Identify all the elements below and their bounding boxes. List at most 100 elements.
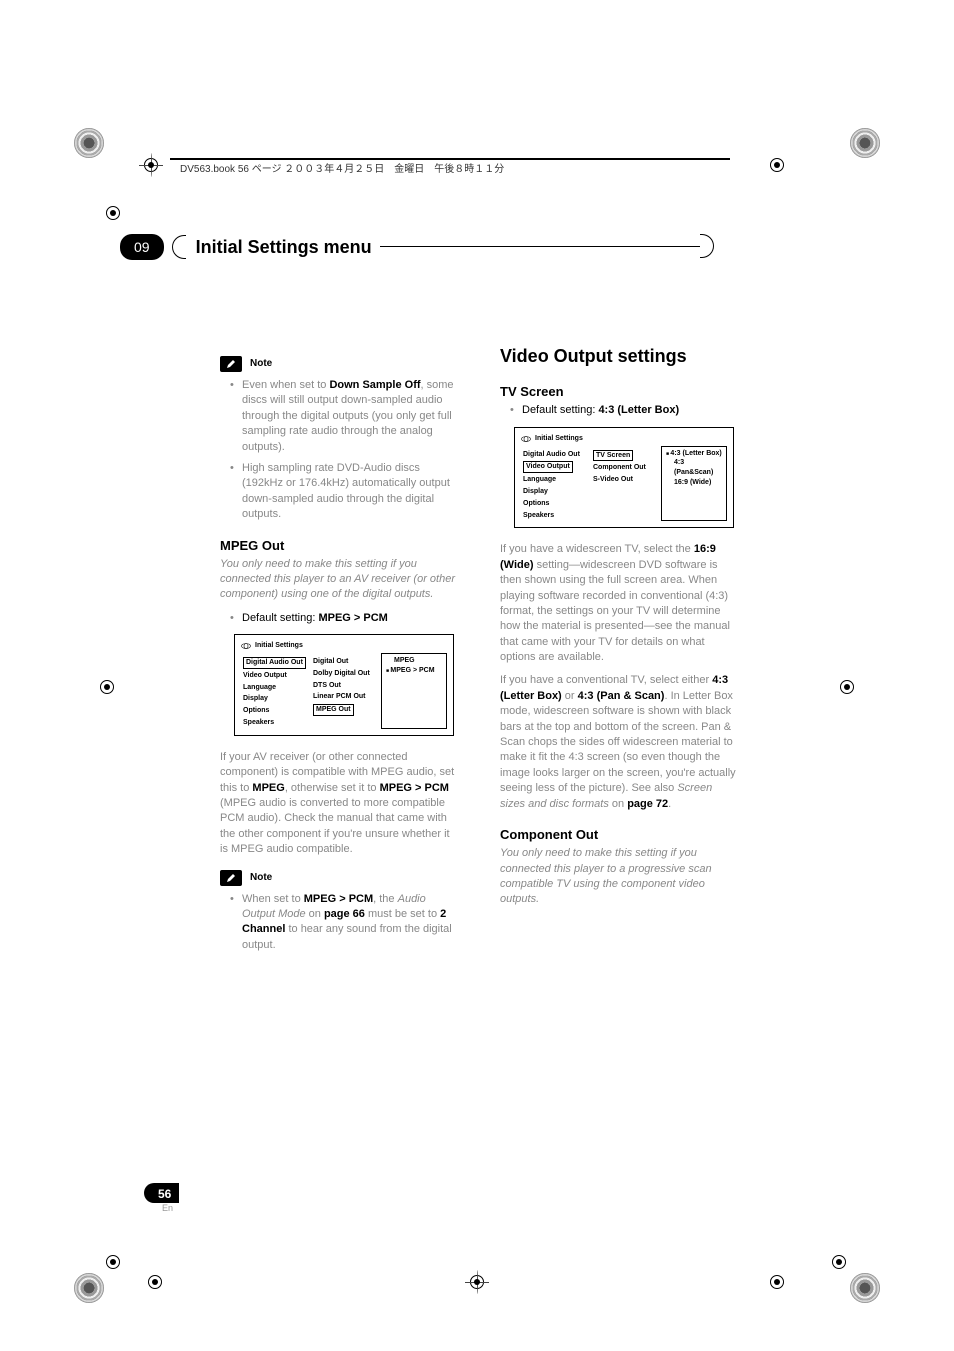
menu-item: Display [241, 693, 311, 705]
menu-item: Language [241, 682, 311, 694]
bracket-decor [700, 234, 714, 258]
bold-text: page 72 [627, 798, 668, 810]
menu-col: ■ 4:3 (Letter Box) 4:3 (Pan&Scan) 16:9 (… [661, 446, 727, 522]
chapter-rule [380, 246, 700, 247]
bold-text: 4:3 (Pan & Scan) [578, 690, 665, 702]
menu-col: Digital Audio Out Video Output Language … [241, 656, 311, 729]
bold-text: MPEG > PCM [318, 612, 387, 624]
note-bullet-list: When set to MPEG > PCM, the Audio Output… [230, 892, 460, 954]
menu-item: Digital Out [311, 656, 381, 668]
menu-item: DTS Out [311, 680, 381, 692]
page-number-badge: 56 [144, 1183, 179, 1203]
italic-text: You only need to make this setting if yo… [220, 558, 455, 601]
video-output-heading: Video Output settings [500, 344, 740, 369]
dot-mark [770, 1275, 784, 1289]
list-item: When set to MPEG > PCM, the Audio Output… [230, 892, 460, 954]
list-item: High sampling rate DVD-Audio discs (192k… [230, 461, 460, 523]
bold-text: 4:3 (Letter Box) [598, 404, 679, 416]
menu-item: Options [521, 498, 591, 510]
menu-title-text: Initial Settings [255, 641, 303, 651]
mpeg-intro: You only need to make this setting if yo… [220, 557, 460, 603]
mpeg-out-heading: MPEG Out [220, 537, 460, 555]
default-setting-list: Default setting: MPEG > PCM [230, 611, 460, 626]
bold-text: MPEG [252, 782, 284, 794]
bold-text: MPEG > PCM [380, 782, 449, 794]
menu-title-text: Initial Settings [535, 434, 583, 444]
text: MPEG > PCM [390, 667, 434, 674]
text: Default setting: [242, 612, 318, 624]
menu-item: Display [521, 486, 591, 498]
menu-item: Dolby Digital Out [311, 668, 381, 680]
note-bullet-list: Even when set to Down Sample Off, some d… [230, 378, 460, 523]
header-bar: DV563.book 56 ページ ２００３年４月２５日 金曜日 午後８時１１分 [140, 160, 810, 175]
menu-item: S-Video Out [591, 474, 661, 486]
list-item: Even when set to Down Sample Off, some d… [230, 378, 460, 455]
note-header: Note [220, 870, 460, 886]
menu-option: ■ 4:3 (Letter Box) [666, 449, 722, 459]
header-text: DV563.book 56 ページ ２００３年４月２５日 金曜日 午後８時１１分 [180, 160, 504, 175]
menu-screenshot: Initial Settings Digital Audio Out Video… [514, 427, 734, 529]
note-label: Note [250, 357, 272, 371]
pencil-icon [220, 356, 242, 372]
menu-item: Speakers [241, 717, 311, 729]
menu-option: MPEG [386, 656, 442, 666]
menu-option: 4:3 (Pan&Scan) [666, 458, 722, 478]
menu-columns: Digital Audio Out Video Output Language … [521, 449, 727, 522]
menu-item: Video Output [241, 670, 311, 682]
text: 4:3 (Letter Box) [670, 450, 721, 457]
right-column: Video Output settings TV Screen Default … [500, 344, 740, 959]
text: , the [373, 893, 397, 905]
menu-option: 16:9 (Wide) [666, 478, 722, 488]
text: If you have a widescreen TV, select the [500, 543, 694, 555]
note-label: Note [250, 871, 272, 885]
list-item: Default setting: 4:3 (Letter Box) [510, 403, 740, 418]
default-setting-list: Default setting: 4:3 (Letter Box) [510, 403, 740, 418]
text: must be set to [365, 908, 440, 920]
tv-paragraph-1: If you have a widescreen TV, select the … [500, 542, 740, 665]
pencil-icon [220, 870, 242, 886]
bracket-decor [172, 235, 186, 259]
menu-title: Initial Settings [521, 434, 727, 444]
print-mark [850, 1273, 880, 1303]
menu-col: Digital Out Dolby Digital Out DTS Out Li… [311, 656, 381, 729]
tv-paragraph-2: If you have a conventional TV, select ei… [500, 673, 740, 812]
mpeg-body-text: If your AV receiver (or other connected … [220, 750, 460, 858]
component-out-heading: Component Out [500, 826, 740, 844]
dot-mark [840, 680, 854, 694]
crosshair-mark [470, 1275, 484, 1289]
text: . [668, 798, 671, 810]
menu-col: MPEG ■ MPEG > PCM [381, 653, 447, 729]
chapter-number: 09 [120, 234, 164, 260]
text: (MPEG audio is converted to more compati… [220, 797, 450, 855]
text: , otherwise set it to [285, 782, 380, 794]
left-column: Note Even when set to Down Sample Off, s… [220, 344, 460, 959]
chapter-title: Initial Settings menu [196, 237, 372, 258]
content-area: Note Even when set to Down Sample Off, s… [220, 344, 740, 959]
text: . In Letter Box mode, widescreen softwar… [500, 690, 736, 794]
component-intro: You only need to make this setting if yo… [500, 846, 740, 908]
bold-text: MPEG > PCM [304, 893, 373, 905]
print-mark [850, 128, 880, 158]
menu-item: Speakers [521, 510, 591, 522]
menu-col: Digital Audio Out Video Output Language … [521, 449, 591, 522]
menu-item: MPEG Out [313, 704, 354, 716]
menu-item: Linear PCM Out [311, 691, 381, 703]
menu-item: Options [241, 705, 311, 717]
text: When set to [242, 893, 304, 905]
text: Default setting: [522, 404, 598, 416]
print-mark [74, 128, 104, 158]
menu-item: Component Out [591, 462, 661, 474]
text: setting—widescreen DVD software is then … [500, 559, 730, 663]
menu-icon [521, 436, 531, 442]
menu-item: Digital Audio Out [521, 449, 591, 461]
page-language: En [162, 1203, 173, 1213]
menu-item: Digital Audio Out [243, 657, 306, 669]
text: Even when set to [242, 379, 329, 391]
menu-title: Initial Settings [241, 641, 447, 651]
text: or [562, 690, 578, 702]
text: on [306, 908, 324, 920]
text: High sampling rate DVD-Audio discs (192k… [242, 462, 450, 520]
text: on [609, 798, 627, 810]
menu-columns: Digital Audio Out Video Output Language … [241, 656, 447, 729]
italic-text: You only need to make this setting if yo… [500, 847, 712, 905]
